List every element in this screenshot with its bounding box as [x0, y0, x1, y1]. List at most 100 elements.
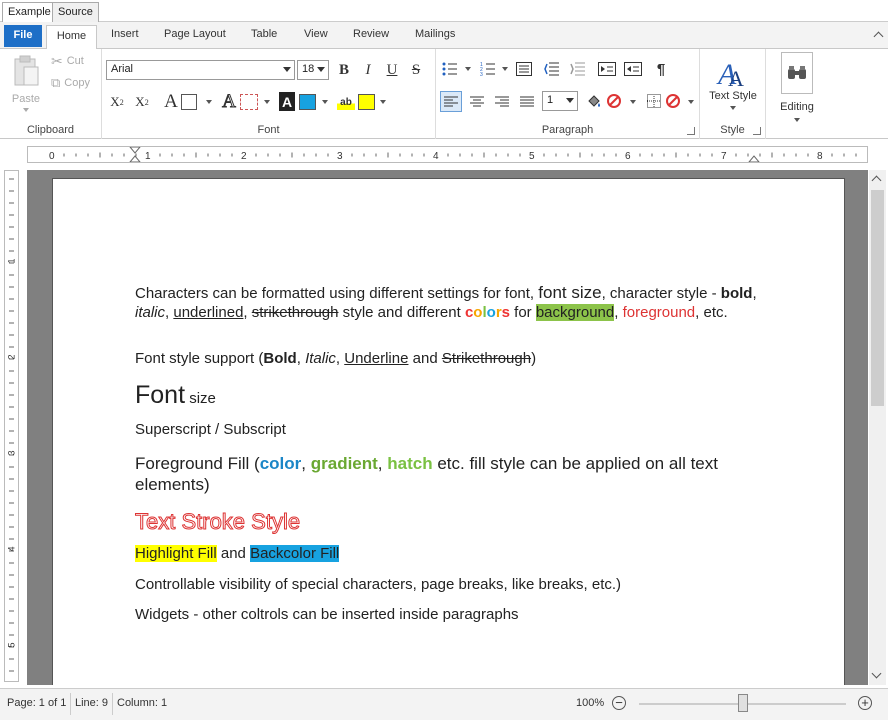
chevron-down-icon[interactable] — [688, 100, 694, 104]
indent-right-icon[interactable] — [624, 61, 642, 77]
chevron-down-icon[interactable] — [322, 100, 328, 104]
paragraph-4[interactable]: Superscript / Subscript — [135, 421, 765, 438]
tab-file[interactable]: File — [4, 25, 42, 47]
ruler-number: 1 — [7, 258, 17, 263]
border-icon[interactable] — [181, 94, 197, 110]
paragraph-3[interactable]: Font size — [135, 381, 765, 410]
paragraph-7[interactable]: Highlight Fill and Backcolor Fill — [135, 545, 765, 562]
paragraph-2[interactable]: Font style support (Bold, Italic, Underl… — [135, 350, 765, 367]
vertical-scrollbar[interactable] — [869, 170, 886, 685]
pilcrow-icon[interactable]: ¶ — [654, 60, 668, 78]
tab-view[interactable]: View — [304, 28, 328, 40]
align-justify-icon[interactable] — [516, 91, 538, 112]
copy-button[interactable]: ⧉ Copy — [51, 74, 90, 92]
ruler-ticks: 0 1 2 3 4 5 6 7 8 — [49, 146, 857, 163]
horizontal-ruler[interactable]: 0 1 2 3 4 5 6 7 8 — [27, 146, 868, 163]
paragraph-1[interactable]: Characters can be formatted using differ… — [135, 283, 765, 322]
ruler-number: 5 — [7, 642, 17, 647]
document-area[interactable]: Characters can be formatted using differ… — [27, 170, 868, 685]
no-fill-icon[interactable] — [606, 92, 622, 110]
bullet-list-icon[interactable] — [442, 61, 458, 77]
tab-insert[interactable]: Insert — [111, 28, 139, 40]
chevron-down-icon[interactable] — [264, 100, 270, 104]
font-size-select[interactable]: 18 — [297, 60, 329, 80]
scroll-up-icon[interactable] — [871, 175, 882, 186]
paragraph-5[interactable]: Foreground Fill (color, gradient, hatch … — [135, 453, 765, 495]
collapse-ribbon-icon[interactable] — [873, 31, 884, 42]
chevron-down-icon[interactable] — [465, 67, 471, 71]
paragraph-group: 123 ¶ 1 Paragraph — [436, 49, 700, 139]
font-group: Arial 18 B I U S X2 X2 A A A ab Font — [102, 49, 436, 139]
chevron-down-icon[interactable] — [380, 100, 386, 104]
font-family-select[interactable]: Arial — [106, 60, 295, 80]
ruler-number: 7 — [721, 151, 727, 162]
editing-button[interactable]: Editing — [774, 52, 820, 124]
paragraph-6[interactable]: Text Stroke Style — [134, 509, 765, 535]
chevron-down-icon[interactable] — [206, 100, 212, 104]
borders-icon[interactable] — [646, 92, 662, 110]
foreground-sample: foreground — [622, 303, 696, 321]
tab-table[interactable]: Table — [251, 28, 277, 40]
right-indent-marker-icon — [747, 155, 761, 163]
tab-home[interactable]: Home — [46, 25, 97, 50]
top-tab-bar: Example Source — [0, 0, 888, 22]
paste-button[interactable]: Paste — [8, 53, 44, 113]
superscript-icon[interactable]: X2 — [107, 92, 127, 112]
italic-icon[interactable]: I — [359, 60, 377, 80]
text-fill-icon[interactable]: A — [279, 92, 295, 111]
paragraph-9[interactable]: Widgets - other coltrols can be inserted… — [135, 606, 765, 623]
chevron-down-icon — [283, 67, 291, 72]
scroll-down-icon[interactable] — [871, 668, 882, 679]
fill-color-icon[interactable] — [299, 94, 316, 110]
hatch-fill-icon[interactable] — [240, 94, 258, 110]
tab-source[interactable]: Source — [52, 2, 99, 22]
ruler-number: 2 — [7, 354, 17, 359]
underline-icon[interactable]: U — [383, 60, 401, 80]
tab-page-layout[interactable]: Page Layout — [164, 28, 226, 40]
highlight-color-icon[interactable] — [358, 94, 375, 110]
text-outline-icon[interactable]: A — [220, 91, 238, 113]
status-page: Page: 1 of 1 — [7, 697, 67, 709]
chevron-down-icon[interactable] — [630, 100, 636, 104]
font-color-icon[interactable]: A — [162, 91, 180, 113]
zoom-in-icon[interactable]: + — [858, 696, 872, 710]
align-right-icon[interactable] — [491, 91, 513, 112]
underlined-sample: underlined — [173, 303, 244, 321]
strikethrough-sample: strikethrough — [251, 303, 339, 321]
bold-icon[interactable]: B — [335, 60, 353, 80]
highlight-icon[interactable]: ab — [337, 94, 355, 110]
cut-button[interactable]: ✂ Cut — [51, 52, 84, 70]
document-page[interactable]: Characters can be formatted using differ… — [52, 178, 845, 685]
decrease-indent-icon[interactable] — [544, 61, 560, 77]
indent-left-icon[interactable] — [598, 61, 616, 77]
tab-review[interactable]: Review — [353, 28, 389, 40]
align-left-icon[interactable] — [440, 91, 462, 112]
vertical-ruler[interactable]: 1 2 3 4 5 — [4, 170, 19, 682]
ruler-number: 4 — [7, 546, 17, 551]
status-bar: Page: 1 of 1 Line: 9 Column: 1 100% − + — [0, 688, 888, 720]
line-spacing-select[interactable]: 1 — [542, 91, 578, 111]
tab-example[interactable]: Example — [2, 2, 57, 22]
no-border-icon[interactable] — [665, 92, 681, 110]
paragraph-8[interactable]: Controllable visibility of special chara… — [135, 576, 765, 593]
tab-mailings[interactable]: Mailings — [415, 28, 455, 40]
svg-text:A: A — [728, 66, 744, 88]
zoom-slider-thumb[interactable] — [737, 694, 748, 712]
style-dialog-launcher-icon[interactable] — [753, 127, 761, 135]
zoom-out-icon[interactable]: − — [612, 696, 626, 710]
paragraph-dialog-launcher-icon[interactable] — [687, 127, 695, 135]
scrollbar-thumb[interactable] — [871, 190, 884, 406]
svg-text:3: 3 — [480, 72, 483, 76]
text-style-button[interactable]: AA Text Style — [704, 52, 762, 114]
increase-indent-icon[interactable] — [570, 61, 586, 77]
chevron-down-icon[interactable] — [502, 67, 508, 71]
paragraph-group-label: Paragraph — [541, 124, 594, 136]
strikethrough-icon[interactable]: S — [407, 60, 425, 80]
indent-marker-icon — [128, 146, 142, 163]
align-center-icon[interactable] — [466, 91, 488, 112]
subscript-icon[interactable]: X2 — [132, 92, 152, 112]
paint-bucket-icon[interactable] — [586, 92, 602, 110]
numbered-list-icon[interactable]: 123 — [480, 61, 496, 77]
multilevel-list-icon[interactable] — [516, 61, 532, 77]
colors-sample: colors — [464, 303, 510, 321]
